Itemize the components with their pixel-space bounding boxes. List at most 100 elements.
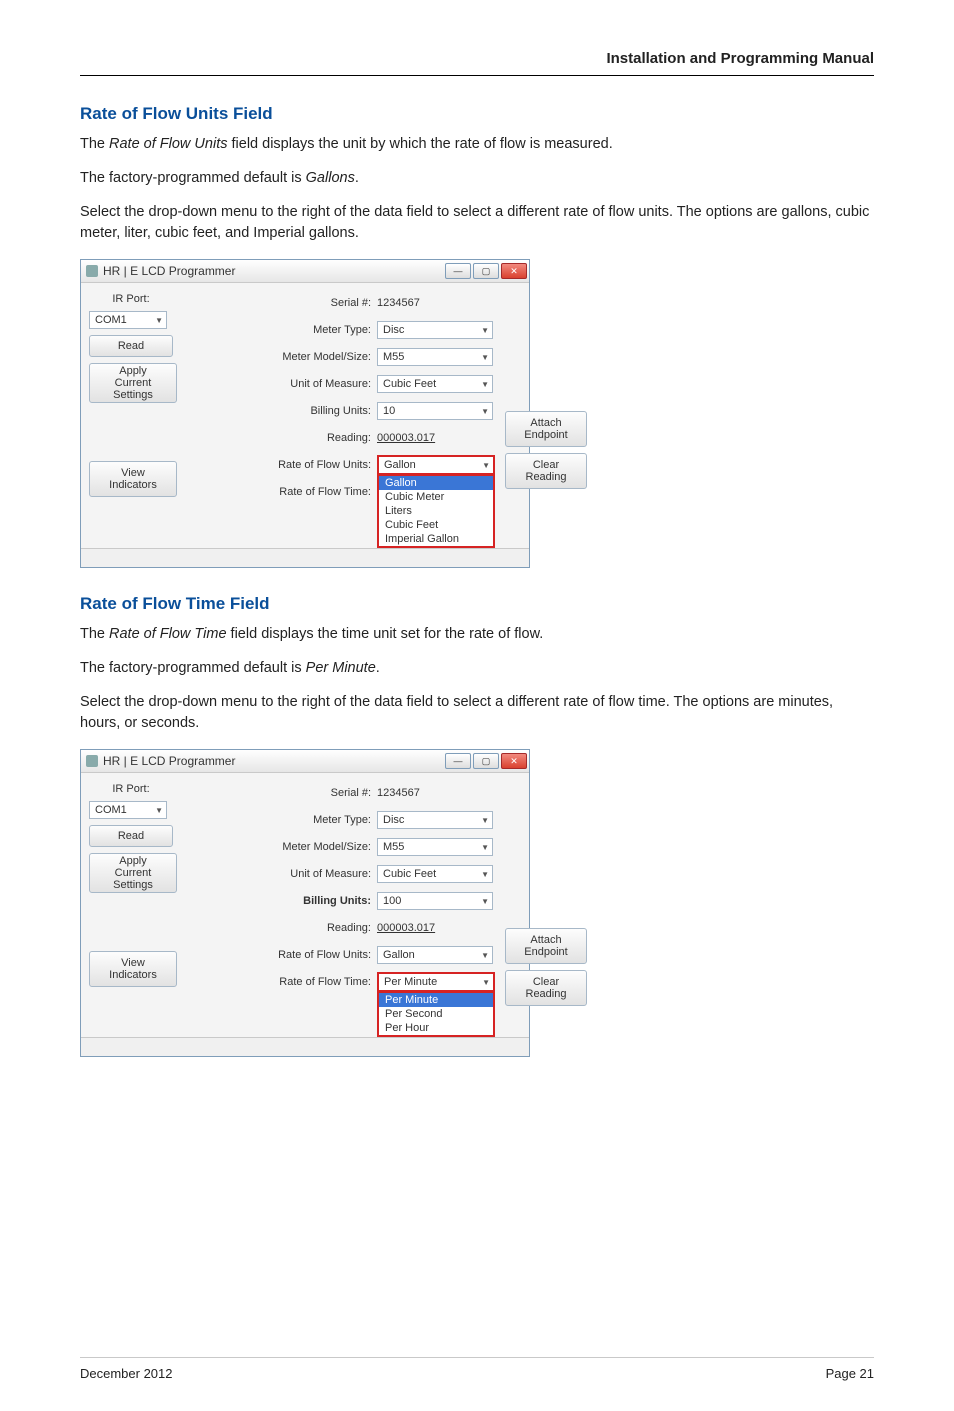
dropdown-item[interactable]: Per Second bbox=[379, 1007, 493, 1021]
chevron-down-icon: ▼ bbox=[481, 816, 489, 825]
text: The factory-programmed default is bbox=[80, 660, 306, 676]
text: field displays the unit by which the rat… bbox=[227, 136, 612, 152]
chevron-down-icon: ▼ bbox=[481, 380, 489, 389]
page-footer: December 2012 Page 21 bbox=[80, 1357, 874, 1381]
section2-p1: The Rate of Flow Time field displays the… bbox=[80, 624, 874, 646]
billing-units-label: Billing Units: bbox=[310, 405, 371, 417]
app-window: HR | E LCD Programmer — ▢ ✕ IR Port: COM… bbox=[80, 259, 530, 568]
chevron-down-icon: ▼ bbox=[481, 870, 489, 879]
text: The bbox=[80, 626, 109, 642]
window-controls: — ▢ ✕ bbox=[445, 263, 527, 279]
section2-p2: The factory-programmed default is Per Mi… bbox=[80, 658, 874, 680]
screenshot-units: HR | E LCD Programmer — ▢ ✕ IR Port: COM… bbox=[80, 259, 874, 568]
chevron-down-icon: ▼ bbox=[482, 461, 490, 470]
billing-units-select[interactable]: 10▼ bbox=[377, 402, 493, 420]
meter-model-label: Meter Model/Size: bbox=[282, 351, 371, 363]
page-header: Installation and Programming Manual bbox=[80, 50, 874, 76]
serial-label: Serial #: bbox=[331, 787, 371, 799]
text-italic: Rate of Flow Units bbox=[109, 136, 227, 152]
unit-measure-select[interactable]: Cubic Feet▼ bbox=[377, 375, 493, 393]
serial-label: Serial #: bbox=[331, 297, 371, 309]
dropdown-list: Per Minute Per Second Per Hour bbox=[377, 992, 495, 1037]
apply-settings-button[interactable]: ApplyCurrentSettings bbox=[89, 363, 177, 403]
attach-endpoint-button[interactable]: AttachEndpoint bbox=[505, 411, 587, 447]
window-title: HR | E LCD Programmer bbox=[103, 754, 235, 768]
app-window: HR | E LCD Programmer — ▢ ✕ IR Port: COM… bbox=[80, 749, 530, 1057]
text-italic: Gallons bbox=[306, 170, 355, 186]
ir-port-value: COM1 bbox=[95, 314, 127, 326]
ir-port-label: IR Port: bbox=[89, 783, 173, 795]
maximize-button[interactable]: ▢ bbox=[473, 753, 499, 769]
rof-units-dropdown[interactable]: Gallon▼ Gallon Cubic Meter Liters Cubic … bbox=[377, 455, 495, 548]
reading-label: Reading: bbox=[327, 922, 371, 934]
footer-right: Page 21 bbox=[826, 1366, 874, 1381]
ir-port-select[interactable]: COM1▼ bbox=[89, 311, 167, 329]
unit-measure-label: Unit of Measure: bbox=[290, 868, 371, 880]
rof-units-label: Rate of Flow Units: bbox=[278, 459, 371, 471]
dropdown-item[interactable]: Liters bbox=[379, 504, 493, 518]
rof-time-label: Rate of Flow Time: bbox=[279, 976, 371, 988]
section2-p3: Select the drop-down menu to the right o… bbox=[80, 692, 874, 736]
text: field displays the time unit set for the… bbox=[227, 626, 544, 642]
text: The factory-programmed default is bbox=[80, 170, 306, 186]
rof-units-label: Rate of Flow Units: bbox=[278, 949, 371, 961]
minimize-button[interactable]: — bbox=[445, 263, 471, 279]
view-indicators-button[interactable]: ViewIndicators bbox=[89, 461, 177, 497]
read-button[interactable]: Read bbox=[89, 335, 173, 357]
chevron-down-icon: ▼ bbox=[481, 951, 489, 960]
close-button[interactable]: ✕ bbox=[501, 753, 527, 769]
chevron-down-icon: ▼ bbox=[481, 353, 489, 362]
text: The bbox=[80, 136, 109, 152]
read-button[interactable]: Read bbox=[89, 825, 173, 847]
section2-heading: Rate of Flow Time Field bbox=[80, 594, 874, 614]
billing-units-select[interactable]: 100▼ bbox=[377, 892, 493, 910]
chevron-down-icon: ▼ bbox=[481, 843, 489, 852]
text-italic: Rate of Flow Time bbox=[109, 626, 227, 642]
ir-port-select[interactable]: COM1 ▼ bbox=[89, 801, 167, 819]
meter-model-label: Meter Model/Size: bbox=[282, 841, 371, 853]
view-indicators-button[interactable]: ViewIndicators bbox=[89, 951, 177, 987]
rof-time-dropdown[interactable]: Per Minute ▼ Per Minute Per Second Per Ho… bbox=[377, 972, 495, 1037]
clear-reading-button[interactable]: ClearReading bbox=[505, 453, 587, 489]
section1-heading: Rate of Flow Units Field bbox=[80, 104, 874, 124]
minimize-button[interactable]: — bbox=[445, 753, 471, 769]
chevron-down-icon: ▼ bbox=[482, 978, 490, 987]
meter-type-select[interactable]: Disc▼ bbox=[377, 321, 493, 339]
ir-port-label: IR Port: bbox=[89, 293, 173, 305]
text: . bbox=[355, 170, 359, 186]
reading-value: 000003.017 bbox=[377, 922, 435, 934]
dropdown-item[interactable]: Cubic Meter bbox=[379, 490, 493, 504]
titlebar: HR | E LCD Programmer — ▢ ✕ bbox=[81, 260, 529, 283]
dropdown-item[interactable]: Gallon bbox=[379, 476, 493, 490]
attach-endpoint-button[interactable]: AttachEndpoint bbox=[505, 928, 587, 964]
close-button[interactable]: ✕ bbox=[501, 263, 527, 279]
text-italic: Per Minute bbox=[306, 660, 376, 676]
reading-label: Reading: bbox=[327, 432, 371, 444]
dropdown-item[interactable]: Per Hour bbox=[379, 1021, 493, 1035]
footer-left: December 2012 bbox=[80, 1366, 173, 1381]
ir-port-value: COM1 bbox=[95, 804, 127, 816]
titlebar: HR | E LCD Programmer — ▢ ✕ bbox=[81, 750, 529, 773]
serial-value: 1234567 bbox=[377, 297, 420, 309]
chevron-down-icon: ▼ bbox=[481, 407, 489, 416]
serial-value: 1234567 bbox=[377, 787, 420, 799]
chevron-down-icon: ▼ bbox=[481, 897, 489, 906]
chevron-down-icon: ▼ bbox=[481, 326, 489, 335]
billing-units-label: Billing Units: bbox=[303, 895, 371, 907]
reading-value: 000003.017 bbox=[377, 432, 435, 444]
dropdown-item[interactable]: Cubic Feet bbox=[379, 518, 493, 532]
section1-p2: The factory-programmed default is Gallon… bbox=[80, 168, 874, 190]
meter-model-select[interactable]: M55▼ bbox=[377, 838, 493, 856]
clear-reading-button[interactable]: ClearReading bbox=[505, 970, 587, 1006]
chevron-down-icon: ▼ bbox=[155, 806, 163, 815]
unit-measure-select[interactable]: Cubic Feet▼ bbox=[377, 865, 493, 883]
window-controls: — ▢ ✕ bbox=[445, 753, 527, 769]
apply-settings-button[interactable]: ApplyCurrentSettings bbox=[89, 853, 177, 893]
dropdown-item[interactable]: Imperial Gallon bbox=[379, 532, 493, 546]
meter-model-select[interactable]: M55▼ bbox=[377, 348, 493, 366]
maximize-button[interactable]: ▢ bbox=[473, 263, 499, 279]
dropdown-item[interactable]: Per Minute bbox=[379, 993, 493, 1007]
meter-type-select[interactable]: Disc▼ bbox=[377, 811, 493, 829]
rof-units-select[interactable]: Gallon▼ bbox=[377, 946, 493, 964]
rof-time-label: Rate of Flow Time: bbox=[279, 486, 371, 498]
